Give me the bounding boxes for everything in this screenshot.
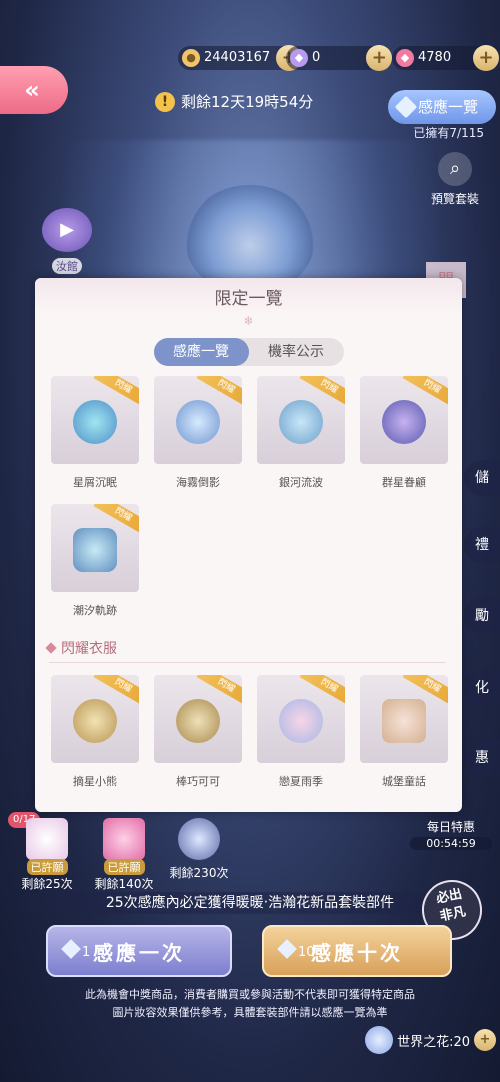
wand-icon [73,528,117,572]
gem-icon [394,95,418,119]
clothes-card[interactable]: 閃耀 城堡童話 [360,675,448,803]
back-button[interactable]: « [0,66,68,114]
wished-tag: 已許願 [103,859,145,875]
section-title: 閃耀衣服 [61,641,117,657]
clothes-card[interactable]: 閃耀 戀夏雨季 [257,675,345,803]
add-world-flower-button[interactable]: + [474,1029,496,1051]
event-timer: ! 剩餘12天19時54分 [155,91,313,112]
diamond-amount: 0 [312,50,321,65]
pink-diamond-currency: ◆ 4780 + [392,44,500,72]
item-card[interactable]: 閃耀 群星眷顧 [360,376,448,504]
hairpin-icon [73,400,117,444]
headband-icon [176,699,220,743]
gold-currency: ● 24403167 + [178,44,303,72]
search-icon: ⌕ [438,152,472,186]
video-play-button[interactable]: ▶ [42,208,92,252]
prize-gown-icon [103,818,145,860]
daily-deal-label: 每日特惠 [426,820,475,834]
accessory-grid: 閃耀 星屑沉眠 閃耀 海霧倒影 閃耀 銀河流波 閃耀 群星眷顧 閃耀 潮汐軌跡 [35,366,462,632]
preview-label: 預覽套裝 [430,192,479,206]
pink-diamond-amount: 4780 [418,50,452,65]
item-name: 城堡童話 [382,775,426,788]
item-name: 潮汐軌跡 [73,604,117,617]
prize-1[interactable]: 已許願 剩餘25次 [18,818,76,892]
currency-bar: ● 24403167 + ◆ 0 + ◆ 4780 + [170,44,500,72]
clothes-grid: 閃耀 摘星小熊 閃耀 棒巧可可 閃耀 戀夏雨季 閃耀 城堡童話 [35,663,462,803]
clothes-card[interactable]: 閃耀 摘星小熊 [51,675,139,803]
world-flower-icon [365,1026,394,1054]
cat-coin-icon: ● [182,49,200,67]
draw-ten-label: 感應十次 [311,941,403,965]
tab-induction-list[interactable]: 感應一覽 [153,338,249,366]
tab-probability[interactable]: 機率公示 [249,338,344,366]
item-card[interactable]: 閃耀 潮汐軌跡 [51,504,139,632]
item-name: 棒巧可可 [176,775,220,788]
item-name: 星屑沉眠 [73,476,117,489]
draw-once-cost: 1 [61,927,90,979]
crystal-icon [277,939,297,959]
draw-ten-button[interactable]: 10 感應十次 [262,925,452,977]
item-card[interactable]: 閃耀 銀河流波 [257,376,345,504]
induction-list-label: 感應一覽 [418,98,479,116]
wished-tag: 已許願 [26,859,68,875]
pink-diamond-icon: ◆ [396,49,414,67]
item-name: 銀河流波 [279,476,323,489]
daily-deal-timer: 00:54:59 [410,837,492,850]
limited-list-modal: 限定一覽 ❄ 感應一覽 機率公示 閃耀 星屑沉眠 閃耀 海霧倒影 閃耀 銀河流波… [35,278,462,812]
daily-deal[interactable]: 每日特惠 00:54:59 [410,818,492,850]
prize-remaining: 剩餘230次 [169,866,229,880]
item-name: 海霧倒影 [176,476,220,489]
clothes-card[interactable]: 閃耀 棒巧可可 [154,675,242,803]
add-diamond-button[interactable]: + [366,45,393,71]
disclaimer-line-1: 此為機會中獎商品，消費者購買或參與活動不代表即可獲得特定商品 [85,988,415,1001]
diamond-icon: ◆ [290,49,308,67]
snowflake-icon: ❄ [243,314,254,328]
draw-once-label: 感應一次 [93,941,185,965]
orb-icon [176,400,220,444]
video-label: 汝館 [52,258,82,274]
eyelash-icon [382,400,426,444]
owned-count: 已擁有7/115 [413,126,484,140]
draw-once-button[interactable]: 1 感應一次 [46,925,232,977]
add-pink-diamond-button[interactable]: + [473,45,500,71]
modal-title: 限定一覽 [35,278,462,316]
timer-text: 剩餘12天19時54分 [181,93,314,111]
section-shining-clothes: 閃耀衣服 [45,638,462,658]
exclamation-icon: ! [155,91,175,112]
necklace-icon [73,699,117,743]
item-card[interactable]: 閃耀 星屑沉眠 [51,376,139,504]
prize-remaining: 剩餘140次 [94,877,154,891]
side-tab-deal[interactable]: 惠 [464,740,500,776]
preview-outfit-button[interactable]: ⌕ 預覽套裝 [420,152,490,207]
world-flower-text: 世界之花:20 [397,1034,470,1050]
side-tab-storage[interactable]: 儲 [464,460,500,496]
dress-icon [279,699,323,743]
item-name: 群星眷顧 [382,476,426,489]
item-card[interactable]: 閃耀 海霧倒影 [154,376,242,504]
side-tab-gift[interactable]: 禮 [464,527,500,563]
crystal-icon [61,939,81,959]
gold-amount: 24403167 [204,50,271,65]
disclaimer-line-2: 圖片妝容效果僅供參考，具體套裝部件請以感應一覽為準 [112,1006,388,1019]
prize-portrait-icon [178,818,220,860]
diamond-currency: ◆ 0 + [286,44,393,72]
side-tab-evolve[interactable]: 化 [464,670,500,706]
item-name: 戀夏雨季 [279,775,323,788]
flower-crown-icon [279,400,323,444]
induction-list-button[interactable]: 感應一覽 [388,90,496,124]
modal-tabs: 感應一覽 機率公示 [153,338,344,366]
diamond-bullet-icon [45,642,57,654]
bag-icon [382,699,426,743]
world-flower-counter: 世界之花:20 + [365,1026,496,1054]
side-tab-reward[interactable]: 勵 [464,598,500,634]
draw-ten-cost: 10 [277,927,315,979]
prize-remaining: 剩餘25次 [21,877,73,891]
item-name: 摘星小熊 [73,775,117,788]
prize-3[interactable]: 剩餘230次 [166,818,232,881]
prize-2[interactable]: 已許願 剩餘140次 [92,818,156,892]
prize-dress-icon [26,818,68,860]
